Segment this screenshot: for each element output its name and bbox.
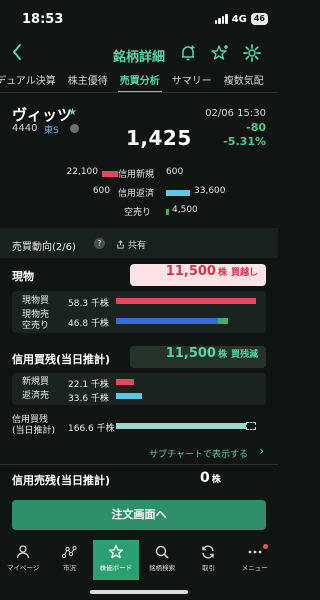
dots-icon xyxy=(248,550,262,554)
nav-menu[interactable]: メニュー xyxy=(232,540,278,580)
row-value: 22.1 千株 xyxy=(68,380,109,390)
tab-dual-kessan[interactable]: デュアル決算 xyxy=(0,70,62,92)
row-label: 新規買 xyxy=(22,377,50,387)
stock-name: ヴィッツ xyxy=(12,106,73,124)
shinki-buy-bar xyxy=(116,379,134,385)
person-icon xyxy=(17,545,30,559)
kaizan-estimate-remainder xyxy=(246,422,256,430)
mini-row-shinyo-hensai: 600 信用返済 33,600 xyxy=(0,186,278,200)
notification-dot xyxy=(262,544,268,549)
network-type: 4G xyxy=(231,13,247,25)
right-value: 33,600 xyxy=(194,186,226,196)
right-bar xyxy=(166,190,190,196)
left-bar xyxy=(102,171,118,177)
pill-status: 買越し xyxy=(230,268,258,278)
nav-stock-board[interactable]: 株価ボード xyxy=(92,540,139,580)
star-add-icon[interactable] xyxy=(210,43,230,63)
nav-trade[interactable]: 取引 xyxy=(185,540,231,580)
genbutsu-shortsell-bar xyxy=(218,318,228,324)
hensai-sell-bar xyxy=(116,393,142,399)
shinyo-kaizan-pill: 11,500 株 買残減 xyxy=(130,346,266,368)
tab-baibai-bunseki[interactable]: 売買分析 xyxy=(114,70,166,92)
right-value: 4,500 xyxy=(172,205,198,215)
pill-value: 11,500 xyxy=(165,346,216,361)
genbutsu-title: 現物 xyxy=(12,270,34,283)
shinyo-urizan-title: 信用売残(当日推計) xyxy=(12,474,111,487)
row-label: 信用買残 (当日推計) xyxy=(12,415,56,436)
pill-unit: 株 xyxy=(217,350,227,360)
status-bar: 18:53 4G 46 xyxy=(0,0,278,36)
genbutsu-sell-bar xyxy=(116,318,218,324)
subchart-link[interactable]: サブチャートで表示する xyxy=(149,447,248,460)
nav-market[interactable]: 市況 xyxy=(46,540,92,580)
pill-unit: 株 xyxy=(217,268,227,278)
left-value: 22,100 xyxy=(66,167,99,177)
signal-icon xyxy=(214,14,228,24)
price-change-percent: -5.31% xyxy=(223,135,266,148)
left-value: 600 xyxy=(92,186,110,196)
nav-bar: 銘柄詳細 xyxy=(0,38,278,68)
nav-mypage[interactable]: マイページ xyxy=(0,540,46,580)
row-label: 信用返済 xyxy=(118,189,155,199)
genbutsu-net-pill: 11,500 株 買越し xyxy=(130,264,266,286)
star-icon xyxy=(108,544,123,559)
tab-summary[interactable]: サマリー xyxy=(166,70,218,92)
row-value: 166.6 千株 xyxy=(68,424,115,434)
nav-stock-search[interactable]: 銘柄検索 xyxy=(139,540,185,580)
current-price: 1,425 xyxy=(126,126,192,150)
shinyo-kaizan-panel xyxy=(12,373,266,405)
right-bar xyxy=(166,209,169,215)
refresh-icon xyxy=(202,545,215,559)
row-label: 現物売 空売り xyxy=(22,310,50,331)
mini-row-karauri: 空売り 4,500 xyxy=(0,205,278,219)
share-label: 共有 xyxy=(127,241,146,251)
section-title: 売買動向(2/6) xyxy=(12,242,76,253)
order-button[interactable]: 注文画面へ xyxy=(12,500,266,530)
shinyo-kaizan-title: 信用買残(当日推計) xyxy=(12,353,111,366)
row-label: 現物買 xyxy=(22,296,50,306)
row-label: 空売り xyxy=(124,208,152,218)
row-label: 返済売 xyxy=(22,391,50,401)
bottom-nav: マイページ 市況 株価ボード 銘柄検索 取引 メニュー xyxy=(0,540,278,580)
help-icon[interactable]: ? xyxy=(94,238,105,249)
search-icon xyxy=(155,545,169,559)
right-value: 600 xyxy=(166,167,184,177)
kaizan-estimate-bar xyxy=(116,423,246,429)
pill-status: 買残減 xyxy=(230,350,258,360)
status-indicators: 4G 46 xyxy=(214,13,268,25)
market-label[interactable]: 東S xyxy=(44,123,59,136)
home-indicator xyxy=(90,590,188,594)
chevron-right-icon[interactable]: › xyxy=(259,444,264,458)
row-value: 58.3 千株 xyxy=(68,299,109,309)
price-change: -80 xyxy=(246,121,266,134)
row-value: 33.6 千株 xyxy=(68,394,109,404)
battery-level: 46 xyxy=(250,13,268,25)
network-icon xyxy=(62,545,78,559)
tab-kabunushi-yutai[interactable]: 株主優待 xyxy=(62,70,114,92)
tabs-divider xyxy=(0,92,278,93)
share-button[interactable]: 共有 xyxy=(116,238,146,251)
bell-add-icon[interactable] xyxy=(178,43,198,63)
genbutsu-buy-bar xyxy=(116,298,256,304)
row-value: 46.8 千株 xyxy=(68,319,109,329)
favorite-star-icon[interactable]: ★ xyxy=(68,107,77,118)
pill-value: 11,500 xyxy=(165,264,216,279)
divider xyxy=(0,464,278,465)
page-title: 銘柄詳細 xyxy=(112,50,165,65)
mini-row-shinyo-shinki: 22,100 信用新規 600 xyxy=(0,167,278,181)
status-time: 18:53 xyxy=(22,12,64,27)
tab-fukusu-kehai[interactable]: 複数気配 xyxy=(218,70,268,92)
price-datetime: 02/06 15:30 xyxy=(205,108,266,119)
shinyo-urizan-value: 0株 xyxy=(200,470,221,486)
share-icon xyxy=(117,240,124,249)
tab-bar: デュアル決算 株主優待 売買分析 サマリー 複数気配 xyxy=(0,70,268,92)
chevron-down-icon[interactable] xyxy=(70,124,79,133)
stock-code: 4440 xyxy=(12,123,38,134)
gear-icon[interactable] xyxy=(242,43,262,63)
row-label: 信用新規 xyxy=(118,170,155,180)
